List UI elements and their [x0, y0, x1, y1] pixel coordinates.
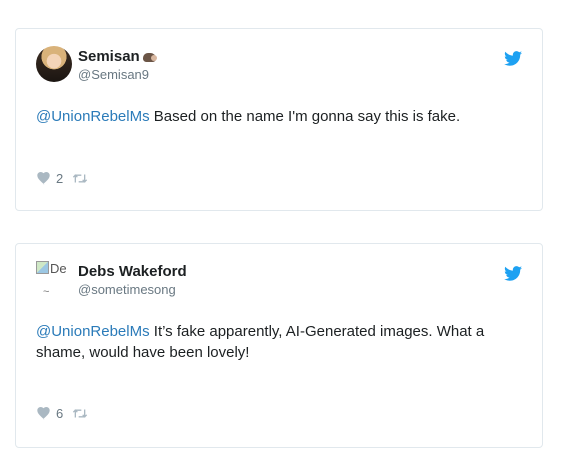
tweet-actions: 2	[36, 171, 88, 186]
author-info: Semisan @Semisan9	[78, 48, 158, 83]
avatar[interactable]: De ~	[36, 261, 74, 298]
handle[interactable]: @Semisan9	[78, 66, 158, 83]
avatar-alt-overflow: ~	[43, 286, 50, 298]
heart-icon[interactable]	[36, 172, 51, 185]
author-info: Debs Wakeford @sometimesong	[78, 263, 187, 298]
display-name-text[interactable]: Debs Wakeford	[78, 263, 187, 281]
heart-icon[interactable]	[36, 407, 51, 420]
retweet-icon[interactable]	[72, 408, 88, 419]
like-count[interactable]: 6	[56, 406, 63, 421]
tweet-body: Based on the name I'm gonna say this is …	[149, 108, 461, 125]
tweet-actions: 6	[36, 406, 88, 421]
tweet-text: @UnionRebelMs It’s fake apparently, AI-G…	[36, 321, 522, 363]
display-name-text[interactable]: Semisan	[78, 48, 140, 66]
broken-image-icon	[36, 261, 49, 274]
like-count[interactable]: 2	[56, 171, 63, 186]
tweet-text: @UnionRebelMs Based on the name I'm gonn…	[36, 106, 522, 127]
mention-link[interactable]: @UnionRebelMs	[36, 323, 150, 340]
mention-link[interactable]: @UnionRebelMs	[36, 108, 150, 125]
handle[interactable]: @sometimesong	[78, 281, 187, 298]
mouse-emoji-icon	[142, 50, 158, 64]
avatar[interactable]	[36, 46, 72, 82]
display-name[interactable]: Debs Wakeford	[78, 263, 187, 281]
tweet-card[interactable]: Semisan @Semisan9 @UnionRebelMs Based on…	[15, 28, 543, 211]
avatar-alt-text: De	[50, 261, 67, 276]
twitter-bird-icon[interactable]	[504, 51, 522, 66]
twitter-bird-icon[interactable]	[504, 266, 522, 281]
display-name[interactable]: Semisan	[78, 48, 158, 66]
tweet-card[interactable]: De ~ Debs Wakeford @sometimesong @UnionR…	[15, 243, 543, 448]
retweet-icon[interactable]	[72, 173, 88, 184]
